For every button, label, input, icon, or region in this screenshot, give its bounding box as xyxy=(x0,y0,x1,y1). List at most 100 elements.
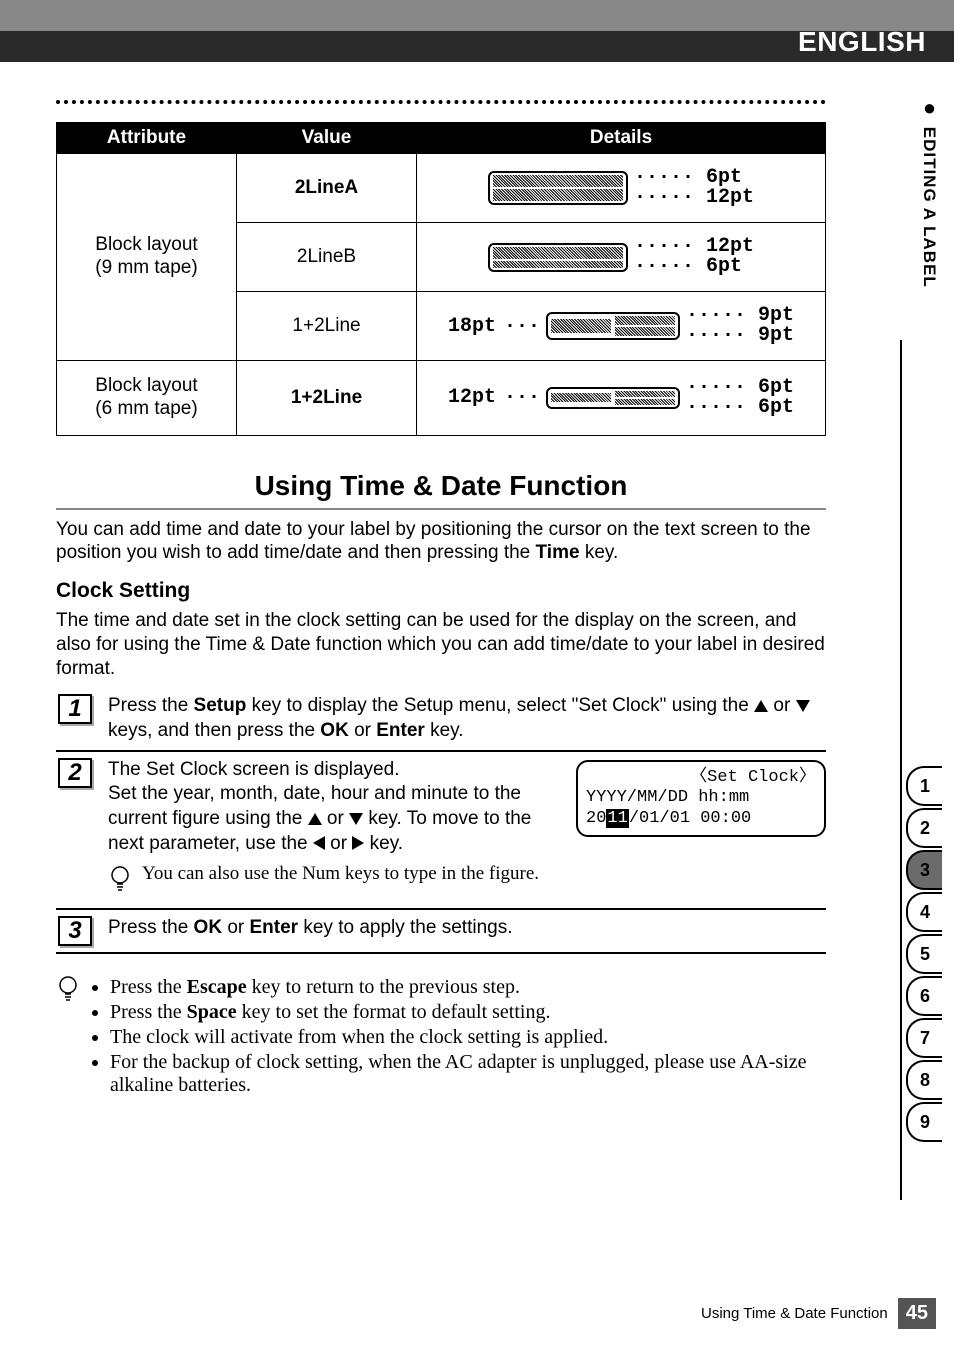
down-arrow-icon xyxy=(349,813,363,825)
clock-setting-desc: The time and date set in the clock setti… xyxy=(56,609,826,680)
footer-text: Using Time & Date Function xyxy=(701,1305,888,1322)
step-body: Press the OK or Enter key to apply the s… xyxy=(108,916,826,941)
text: /01/01 00:00 xyxy=(629,809,751,828)
note-item: Press the Space key to set the format to… xyxy=(110,1001,826,1024)
text: or xyxy=(349,720,376,741)
chapter-tab-3[interactable]: 3 xyxy=(906,850,942,890)
ok-key: OK xyxy=(194,917,223,938)
side-bullet: ● xyxy=(917,95,942,121)
note-item: The clock will activate from when the cl… xyxy=(110,1026,826,1049)
notes-list: Press the Escape key to return to the pr… xyxy=(90,972,826,1101)
chapter-tab-5[interactable]: 5 xyxy=(906,934,942,974)
value-cell: 1+2Line xyxy=(237,292,417,361)
side-tab-text: EDITING A LABEL xyxy=(920,127,939,288)
attribute-cell: Block layout(9 mm tape) xyxy=(57,154,237,361)
table-body: Block layout(9 mm tape)2LineA····· 6pt··… xyxy=(57,154,826,436)
chapter-tab-7[interactable]: 7 xyxy=(906,1018,942,1058)
text: or xyxy=(768,695,795,716)
time-key: Time xyxy=(536,542,580,563)
step-body: The Set Clock screen is displayed. Set t… xyxy=(108,758,826,902)
lcd-screen: 〈Set Clock〉 YYYY/MM/DD hh:mm 2011/01/01 … xyxy=(576,760,826,837)
down-arrow-icon xyxy=(796,700,810,712)
page-footer: Using Time & Date Function 45 xyxy=(701,1298,936,1329)
text: or xyxy=(325,833,352,854)
th-value: Value xyxy=(237,123,417,154)
chapter-tabs: 123456789 xyxy=(906,766,942,1142)
intro-paragraph: You can add time and date to your label … xyxy=(56,518,826,566)
section-heading: Using Time & Date Function xyxy=(56,456,826,510)
enter-key: Enter xyxy=(250,917,299,938)
text: key to return to the previous step. xyxy=(247,976,520,998)
step-3: 3 Press the OK or Enter key to apply the… xyxy=(56,910,826,954)
text: Press the xyxy=(110,976,187,998)
text: key to set the format to default setting… xyxy=(237,1001,551,1023)
step-number: 2 xyxy=(58,758,92,788)
block-layout-table: Attribute Value Details Block layout(9 m… xyxy=(56,122,826,436)
note-item: For the backup of clock setting, when th… xyxy=(110,1051,826,1097)
chapter-tab-8[interactable]: 8 xyxy=(906,1060,942,1100)
text: The Set Clock screen is displayed. xyxy=(108,759,399,780)
side-divider-line xyxy=(900,340,902,1200)
lightbulb-icon xyxy=(108,864,132,902)
th-attribute: Attribute xyxy=(57,123,237,154)
dotted-rule xyxy=(56,100,826,104)
text: Press the xyxy=(108,917,194,938)
text: key to display the Setup menu, select "S… xyxy=(246,695,754,716)
table-row: Block layout(6 mm tape)1+2Line12pt······… xyxy=(57,361,826,436)
enter-key: Enter xyxy=(376,720,425,741)
lightbulb-icon xyxy=(56,974,80,1009)
step-number: 3 xyxy=(58,916,92,946)
up-arrow-icon xyxy=(754,700,768,712)
language-label: ENGLISH xyxy=(798,26,926,58)
note-item: Press the Escape key to return to the pr… xyxy=(110,976,826,999)
step-1: 1 Press the Setup key to display the Set… xyxy=(56,688,826,751)
table-row: Block layout(9 mm tape)2LineA····· 6pt··… xyxy=(57,154,826,223)
lcd-line3: 2011/01/01 00:00 xyxy=(586,809,816,829)
chapter-tab-6[interactable]: 6 xyxy=(906,976,942,1016)
right-arrow-icon xyxy=(352,836,364,850)
text: keys, and then press the xyxy=(108,720,320,741)
tip-row: You can also use the Num keys to type in… xyxy=(108,862,826,902)
clock-setting-heading: Clock Setting xyxy=(56,579,826,603)
details-cell: ····· 12pt····· 6pt xyxy=(417,223,826,292)
left-arrow-icon xyxy=(313,836,325,850)
step-body: Press the Setup key to display the Setup… xyxy=(108,694,826,743)
notes-block: Press the Escape key to return to the pr… xyxy=(56,972,826,1101)
attribute-cell: Block layout(6 mm tape) xyxy=(57,361,237,436)
step-number: 1 xyxy=(58,694,92,724)
escape-key: Escape xyxy=(187,976,247,998)
space-key: Space xyxy=(187,1001,237,1023)
step-2: 2 The Set Clock screen is displayed. Set… xyxy=(56,752,826,910)
steps-list: 1 Press the Setup key to display the Set… xyxy=(56,688,826,954)
text: You can add time and date to your label … xyxy=(56,519,811,564)
text: or xyxy=(222,917,249,938)
chapter-tab-4[interactable]: 4 xyxy=(906,892,942,932)
chapter-tab-9[interactable]: 9 xyxy=(906,1102,942,1142)
text: key to apply the settings. xyxy=(298,917,512,938)
details-cell: 12pt········ 6pt····· 6pt xyxy=(417,361,826,436)
section-side-tab: ● EDITING A LABEL xyxy=(916,95,942,335)
header-band: ENGLISH xyxy=(0,0,954,62)
details-cell: ····· 6pt····· 12pt xyxy=(417,154,826,223)
lcd-title: 〈Set Clock〉 xyxy=(586,768,816,788)
text: or xyxy=(322,808,349,829)
text: 20 xyxy=(586,809,606,828)
text: Press the xyxy=(108,695,194,716)
value-cell: 2LineA xyxy=(237,154,417,223)
text: Press the xyxy=(110,1001,187,1023)
page-number: 45 xyxy=(898,1298,936,1329)
text: key. xyxy=(425,720,464,741)
details-cell: 18pt········ 9pt····· 9pt xyxy=(417,292,826,361)
lcd-line2: YYYY/MM/DD hh:mm xyxy=(586,788,816,808)
up-arrow-icon xyxy=(308,813,322,825)
text: key. xyxy=(580,542,619,563)
text: key. xyxy=(364,833,403,854)
ok-key: OK xyxy=(320,720,349,741)
value-cell: 2LineB xyxy=(237,223,417,292)
chapter-tab-2[interactable]: 2 xyxy=(906,808,942,848)
setup-key: Setup xyxy=(194,695,247,716)
lcd-selection: 11 xyxy=(606,809,628,828)
chapter-tab-1[interactable]: 1 xyxy=(906,766,942,806)
tip-text: You can also use the Num keys to type in… xyxy=(142,862,539,887)
th-details: Details xyxy=(417,123,826,154)
